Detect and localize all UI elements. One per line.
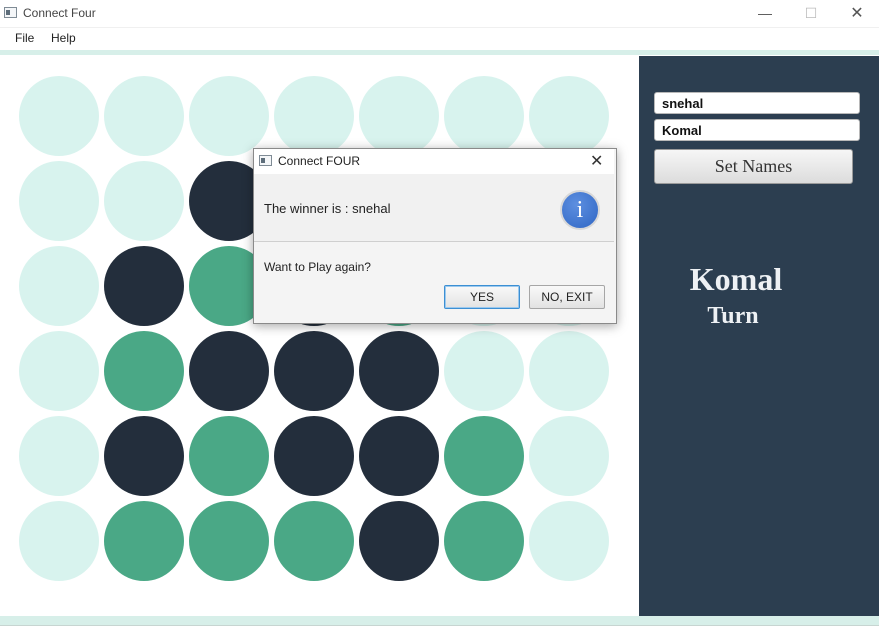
dialog-title: Connect FOUR <box>278 154 361 168</box>
green-disc[interactable] <box>104 331 184 411</box>
window-title: Connect Four <box>23 6 96 20</box>
empty-slot[interactable] <box>19 76 99 156</box>
empty-slot[interactable] <box>444 76 524 156</box>
menu-file[interactable]: File <box>15 31 34 45</box>
dark-disc[interactable] <box>359 331 439 411</box>
no-exit-button[interactable]: NO, EXIT <box>529 285 605 309</box>
empty-slot[interactable] <box>19 246 99 326</box>
empty-slot[interactable] <box>189 76 269 156</box>
dark-disc[interactable] <box>104 246 184 326</box>
player-one-name-input[interactable]: snehal <box>654 92 860 114</box>
green-disc[interactable] <box>104 501 184 581</box>
dark-disc[interactable] <box>104 416 184 496</box>
dark-disc[interactable] <box>274 331 354 411</box>
winner-dialog: Connect FOUR ✕ The winner is : snehal i … <box>253 148 617 324</box>
empty-slot[interactable] <box>529 76 609 156</box>
empty-slot[interactable] <box>529 501 609 581</box>
play-again-prompt: Want to Play again? <box>264 260 371 274</box>
empty-slot[interactable] <box>529 331 609 411</box>
app-window-icon <box>4 7 17 18</box>
winner-message: The winner is : snehal <box>264 201 391 216</box>
empty-slot[interactable] <box>19 416 99 496</box>
empty-slot[interactable] <box>104 161 184 241</box>
current-turn-player: Komal <box>689 261 783 297</box>
empty-slot[interactable] <box>444 331 524 411</box>
green-disc[interactable] <box>444 416 524 496</box>
dark-disc[interactable] <box>359 501 439 581</box>
info-icon: i <box>560 190 600 230</box>
minimize-icon[interactable]: — <box>742 0 788 27</box>
menu-bar: File Help <box>0 28 879 50</box>
game-board[interactable] <box>0 56 638 616</box>
empty-slot[interactable] <box>359 76 439 156</box>
dialog-title-bar: Connect FOUR ✕ <box>254 149 614 174</box>
empty-slot[interactable] <box>19 331 99 411</box>
empty-slot[interactable] <box>19 501 99 581</box>
maximize-icon[interactable]: ☐ <box>788 0 834 27</box>
green-disc[interactable] <box>189 416 269 496</box>
empty-slot[interactable] <box>274 76 354 156</box>
dialog-close-icon[interactable]: ✕ <box>590 151 603 171</box>
bottom-divider-strip <box>0 616 879 625</box>
dialog-header: The winner is : snehal i <box>254 174 614 242</box>
turn-label: Turn <box>707 303 759 329</box>
empty-slot[interactable] <box>529 416 609 496</box>
side-panel: snehal Komal Set Names Komal Turn <box>639 56 879 616</box>
top-divider-strip <box>0 50 879 55</box>
empty-slot[interactable] <box>104 76 184 156</box>
yes-button[interactable]: YES <box>444 285 520 309</box>
empty-slot[interactable] <box>19 161 99 241</box>
green-disc[interactable] <box>189 501 269 581</box>
dark-disc[interactable] <box>359 416 439 496</box>
dark-disc[interactable] <box>274 416 354 496</box>
set-names-button[interactable]: Set Names <box>654 149 853 184</box>
dialog-window-icon <box>259 155 272 166</box>
close-icon[interactable]: ✕ <box>834 0 879 27</box>
player-two-name-input[interactable]: Komal <box>654 119 860 141</box>
dark-disc[interactable] <box>189 331 269 411</box>
window-title-bar: Connect Four — ☐ ✕ <box>0 0 879 28</box>
green-disc[interactable] <box>444 501 524 581</box>
menu-help[interactable]: Help <box>51 31 76 45</box>
green-disc[interactable] <box>274 501 354 581</box>
